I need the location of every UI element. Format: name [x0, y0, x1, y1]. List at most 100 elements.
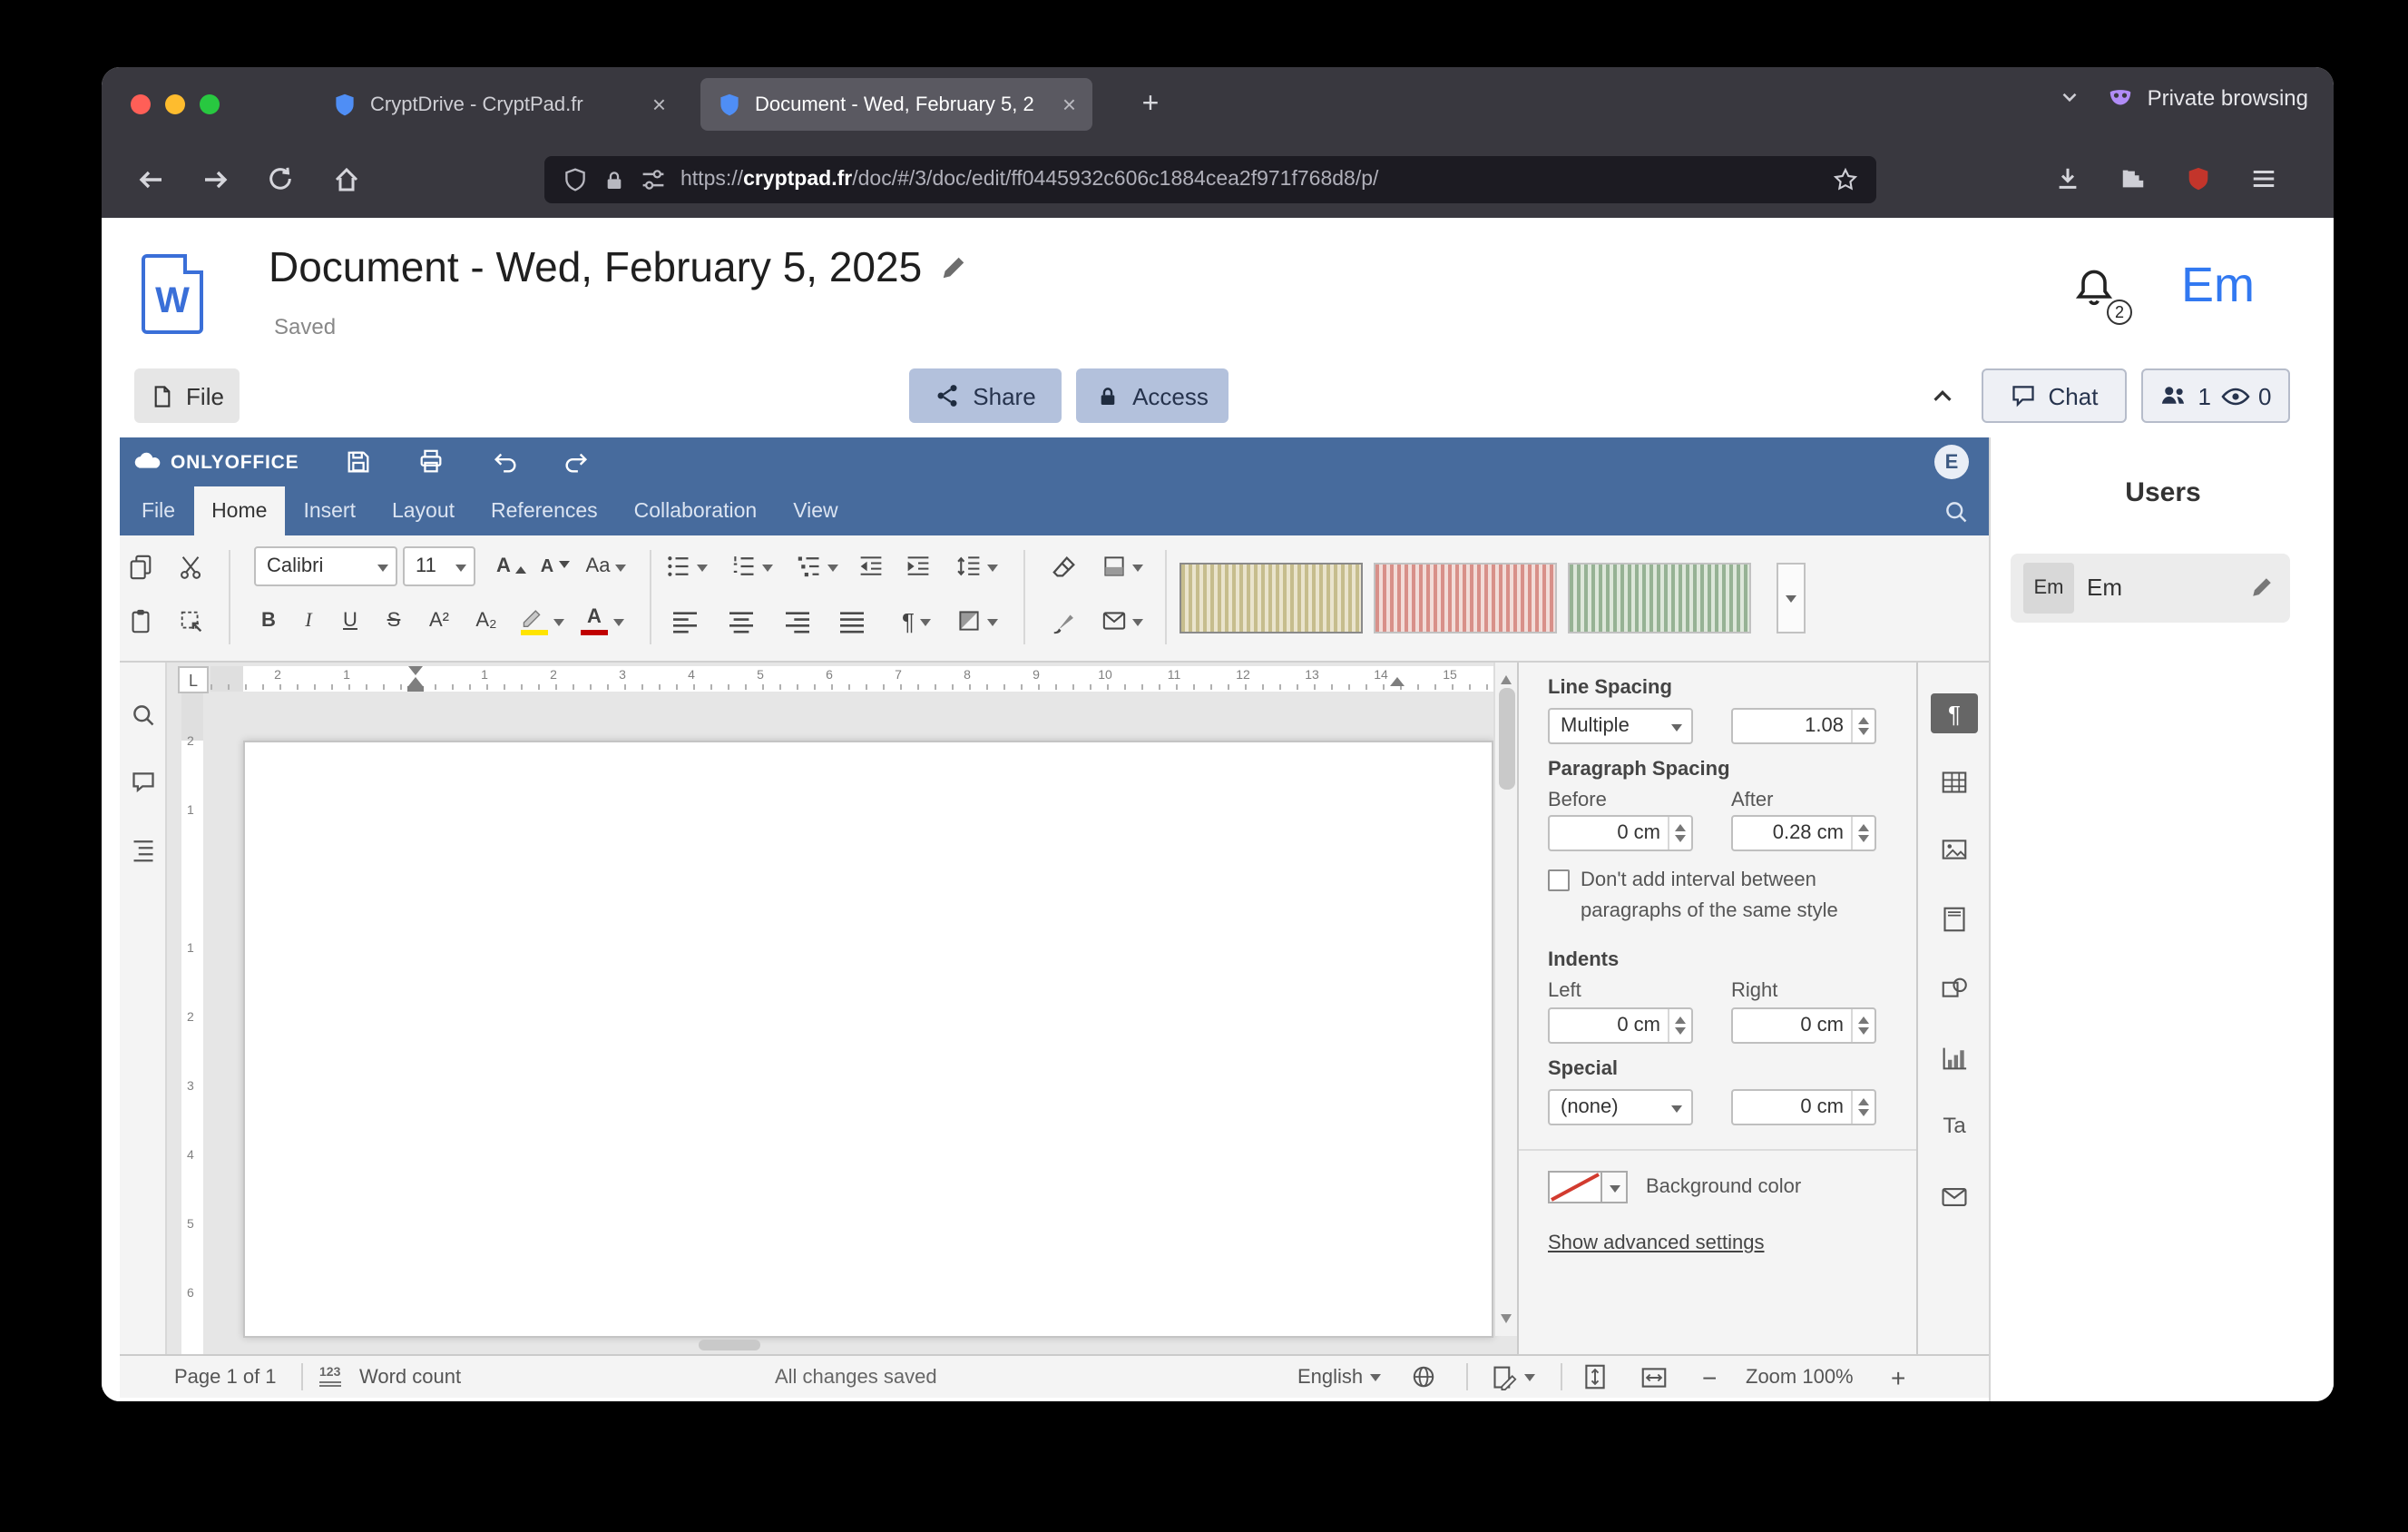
subscript-button[interactable]: A₂: [465, 601, 508, 641]
track-changes-icon[interactable]: [1492, 1356, 1535, 1398]
url-text[interactable]: https://cryptpad.fr/doc/#/3/doc/edit/ff0…: [680, 169, 1818, 191]
spin-up[interactable]: [1675, 1011, 1686, 1024]
document-language[interactable]: English: [1297, 1356, 1381, 1398]
table-settings-icon[interactable]: [1931, 762, 1978, 802]
increase-font-icon[interactable]: A: [490, 546, 533, 586]
spin-down[interactable]: [1675, 1027, 1686, 1040]
spacing-before-spinner[interactable]: 0 cm: [1548, 815, 1693, 851]
maximize-window-button[interactable]: [200, 94, 220, 114]
right-indent-marker[interactable]: [1390, 670, 1405, 686]
find-icon[interactable]: [125, 697, 162, 733]
style-thumbnail-3[interactable]: [1568, 563, 1751, 633]
hanging-indent-marker[interactable]: [408, 670, 423, 686]
line-spacing-spinner[interactable]: 1.08: [1731, 708, 1876, 744]
url-bar[interactable]: https://cryptpad.fr/doc/#/3/doc/edit/ff0…: [544, 156, 1876, 203]
vertical-scrollbar[interactable]: [1493, 663, 1517, 1336]
browser-tab-cryptdrive[interactable]: CryptDrive - CryptPad.fr ×: [316, 78, 682, 131]
menu-tab-view[interactable]: View: [775, 486, 856, 535]
menu-tab-home[interactable]: Home: [193, 486, 285, 535]
forward-button[interactable]: [191, 154, 240, 203]
spin-down[interactable]: [1675, 835, 1686, 848]
horizontal-scroll-thumb[interactable]: [699, 1340, 760, 1350]
undo-icon[interactable]: [483, 443, 526, 481]
scroll-up-arrow[interactable]: [1501, 670, 1512, 684]
redo-icon[interactable]: [553, 443, 597, 481]
page-count-label[interactable]: Page 1 of 1: [174, 1356, 277, 1398]
background-color-dropdown[interactable]: [1602, 1171, 1628, 1203]
bold-button[interactable]: B: [250, 601, 287, 641]
spin-up[interactable]: [1858, 1011, 1869, 1024]
menu-tab-file[interactable]: File: [123, 486, 193, 535]
styles-gallery-expand-button[interactable]: [1777, 563, 1806, 633]
downloads-icon[interactable]: [2043, 154, 2092, 203]
tab-overflow-chevron-icon[interactable]: [2059, 85, 2082, 109]
share-button[interactable]: Share: [909, 368, 1062, 423]
editor-search-icon[interactable]: [1938, 494, 1974, 530]
strikethrough-button[interactable]: S: [374, 601, 414, 641]
no-interval-checkbox[interactable]: [1548, 869, 1570, 891]
copy-icon[interactable]: [120, 546, 160, 586]
new-tab-button[interactable]: +: [1129, 83, 1172, 127]
tab-stop-selector[interactable]: L: [178, 666, 209, 693]
bullet-list-button[interactable]: [657, 546, 715, 586]
superscript-button[interactable]: A²: [417, 601, 461, 641]
style-thumbnail-1[interactable]: [1180, 563, 1363, 633]
edit-title-pencil-icon[interactable]: [940, 254, 967, 281]
navigation-icon[interactable]: [125, 831, 162, 868]
permissions-icon[interactable]: [641, 167, 666, 192]
extensions-icon[interactable]: [2109, 154, 2158, 203]
align-left-icon[interactable]: [662, 601, 706, 641]
collaborator-badge[interactable]: E: [1934, 445, 1969, 479]
special-spinner[interactable]: 0 cm: [1731, 1089, 1876, 1125]
fit-width-icon[interactable]: [1640, 1356, 1668, 1398]
increase-indent-icon[interactable]: [896, 546, 940, 586]
spin-up[interactable]: [1858, 819, 1869, 831]
back-button[interactable]: [125, 154, 174, 203]
file-menu-button[interactable]: File: [134, 368, 240, 423]
ublock-icon[interactable]: [2174, 154, 2223, 203]
spacing-after-spinner[interactable]: 0.28 cm: [1731, 815, 1876, 851]
line-spacing-select[interactable]: Multiple: [1548, 708, 1693, 744]
menu-tab-collaboration[interactable]: Collaboration: [616, 486, 776, 535]
background-color-swatch[interactable]: [1548, 1171, 1602, 1203]
change-case-icon[interactable]: Aa: [577, 546, 635, 586]
align-center-icon[interactable]: [719, 601, 762, 641]
mailmerge-settings-icon[interactable]: [1931, 1176, 1978, 1216]
font-name-select[interactable]: Calibri: [254, 546, 397, 586]
word-count-label[interactable]: Word count: [359, 1356, 461, 1398]
browser-tab-document[interactable]: Document - Wed, February 5, 2 ×: [700, 78, 1092, 131]
access-button[interactable]: Access: [1076, 368, 1228, 423]
shape-settings-icon[interactable]: [1931, 967, 1978, 1007]
comments-icon[interactable]: [125, 764, 162, 800]
scroll-down-arrow[interactable]: [1501, 1314, 1512, 1329]
zoom-in-button[interactable]: +: [1891, 1356, 1905, 1398]
home-button[interactable]: [321, 154, 370, 203]
document-page[interactable]: [243, 741, 1493, 1338]
menu-icon[interactable]: [2239, 154, 2288, 203]
chart-settings-icon[interactable]: [1931, 1038, 1978, 1078]
decrease-indent-icon[interactable]: [849, 546, 893, 586]
advanced-settings-link[interactable]: Show advanced settings: [1548, 1232, 1765, 1254]
document-canvas[interactable]: L 21123456789101112131415 21123456: [167, 663, 1517, 1354]
bookmark-star-icon[interactable]: [1833, 167, 1858, 192]
presence-counts[interactable]: 1 0: [2141, 368, 2290, 423]
cut-icon[interactable]: [171, 546, 210, 586]
mail-merge-icon[interactable]: [1092, 601, 1150, 641]
tracking-shield-icon[interactable]: [563, 167, 588, 192]
justify-icon[interactable]: [829, 601, 873, 641]
menu-tab-insert[interactable]: Insert: [285, 486, 374, 535]
font-color-button[interactable]: A: [573, 601, 631, 641]
save-icon[interactable]: [336, 443, 379, 481]
left-indent-marker[interactable]: [407, 686, 424, 692]
close-tab-icon[interactable]: ×: [652, 91, 666, 118]
page-color-button[interactable]: [1092, 546, 1150, 586]
spin-up[interactable]: [1858, 1093, 1869, 1105]
italic-button[interactable]: I: [290, 601, 327, 641]
vertical-scroll-thumb[interactable]: [1499, 688, 1515, 790]
spin-down[interactable]: [1858, 835, 1869, 848]
textart-settings-icon[interactable]: Ta: [1931, 1105, 1978, 1145]
headerfooter-settings-icon[interactable]: [1931, 899, 1978, 938]
user-list-item[interactable]: Em Em: [2011, 554, 2290, 623]
document-title[interactable]: Document - Wed, February 5, 2025: [269, 243, 922, 292]
copy-style-icon[interactable]: [1042, 601, 1085, 641]
